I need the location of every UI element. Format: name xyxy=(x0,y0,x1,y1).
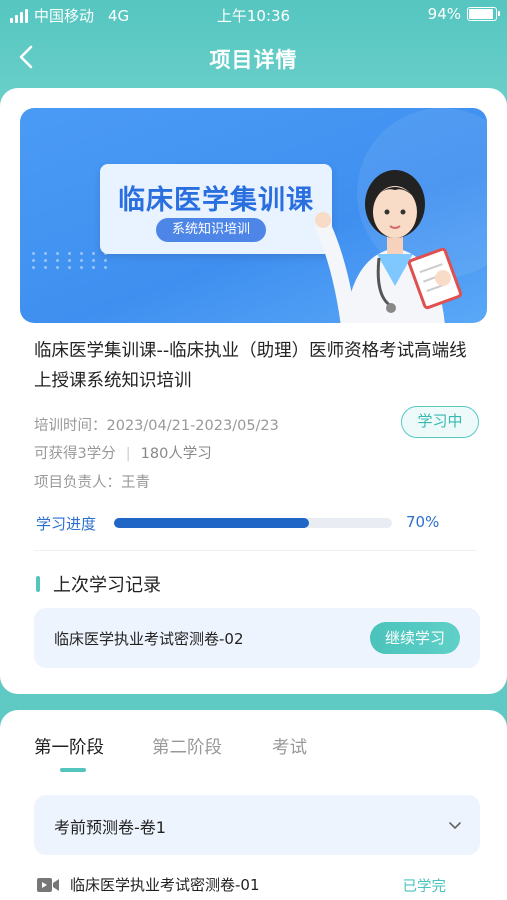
progress-bar xyxy=(114,518,392,528)
stage-group-header[interactable]: 考前预测卷-卷1 xyxy=(34,795,480,855)
active-tab-indicator xyxy=(60,768,86,772)
last-record-name: 临床医学执业考试密测卷-02 xyxy=(54,630,244,648)
banner-subtitle: 系统知识培训 xyxy=(156,218,266,242)
doctor-illustration xyxy=(315,170,463,323)
battery-icon xyxy=(467,7,500,21)
list-item-title: 临床医学执业考试密测卷-01 xyxy=(70,876,260,894)
stats-divider: | xyxy=(125,446,131,462)
tab-exam[interactable]: 考试 xyxy=(272,734,307,759)
last-record-item[interactable]: 临床医学执业考试密测卷-02 继续学习 xyxy=(34,608,480,668)
tab-stage-two[interactable]: 第二阶段 xyxy=(152,734,222,759)
stage-group-title: 考前预测卷-卷1 xyxy=(54,818,166,837)
continue-button[interactable]: 继续学习 xyxy=(370,622,460,654)
last-record-heading: 上次学习记录 xyxy=(36,571,161,597)
status-bar: 中国移动 4G 上午10:36 94% xyxy=(0,0,507,30)
battery-percent: 94% xyxy=(427,5,461,23)
page-title: 项目详情 xyxy=(209,48,298,72)
project-manager: 项目负责人：王青 xyxy=(34,475,150,491)
progress-value: 70% xyxy=(406,513,440,531)
progress-fill xyxy=(114,518,309,528)
video-icon xyxy=(37,878,59,892)
last-record-title: 上次学习记录 xyxy=(53,575,161,596)
tab-stage-one[interactable]: 第一阶段 xyxy=(34,734,104,759)
learners-text: 180人学习 xyxy=(140,446,212,462)
project-card: 临床医学集训课 系统知识培训 临床医学集训课--临床执业（助理）医师资格考试高端… xyxy=(0,88,507,694)
stages-card: 第一阶段 第二阶段 考试 考前预测卷-卷1 临床医学执业考试密测卷-01 已学完 xyxy=(0,710,507,900)
banner-headline: 临床医学集训课 xyxy=(118,185,314,216)
banner-dots xyxy=(32,252,112,269)
list-item-status: 已学完 xyxy=(402,879,447,895)
nav-bar: 项目详情 xyxy=(0,34,507,80)
status-badge: 学习中 xyxy=(401,406,479,438)
training-time: 培训时间：2023/04/21-2023/05/23 xyxy=(34,418,279,434)
project-stats: 可获得3学分 | 180人学习 xyxy=(34,442,212,463)
banner-title-card: 临床医学集训课 系统知识培训 xyxy=(100,164,332,254)
list-item[interactable]: 临床医学执业考试密测卷-01 已学完 xyxy=(36,873,476,899)
section-divider xyxy=(34,550,476,551)
credits-text: 可获得3学分 xyxy=(34,446,116,462)
project-title: 临床医学集训课--临床执业（助理）医师资格考试高端线上授课系统知识培训 xyxy=(34,341,467,391)
chevron-down-icon xyxy=(449,822,461,829)
progress-label: 学习进度 xyxy=(36,515,97,533)
heading-accent-bar xyxy=(36,576,40,592)
course-banner: 临床医学集训课 系统知识培训 xyxy=(20,108,487,323)
